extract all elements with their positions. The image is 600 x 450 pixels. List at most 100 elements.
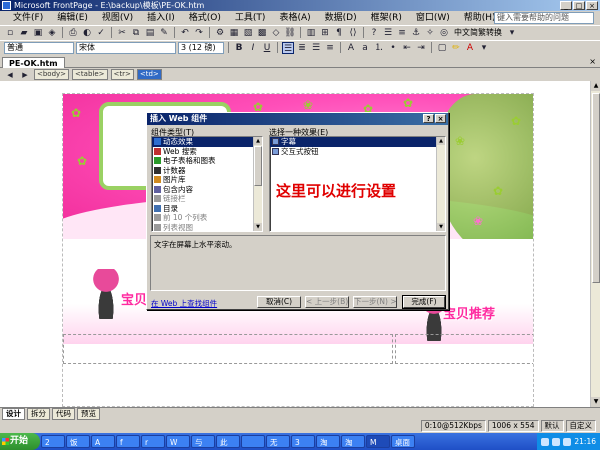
taskbar-button[interactable]: 2 bbox=[41, 435, 65, 448]
taskbar-button[interactable]: f bbox=[116, 435, 140, 448]
tray-volume-icon[interactable] bbox=[552, 437, 561, 446]
table-cell-left[interactable] bbox=[63, 334, 393, 364]
redo-icon[interactable]: ↷ bbox=[193, 27, 205, 39]
chinese-convert-label[interactable]: 中文简繁转换 bbox=[452, 27, 504, 38]
scroll-thumb[interactable] bbox=[592, 93, 600, 283]
tab-split[interactable]: 拆分 bbox=[27, 407, 50, 420]
component-type-list[interactable]: 动态效果 Web 搜索 电子表格和图表 计数器 图片库 包含内容 链接栏 目录前 10 个列表… bbox=[151, 136, 263, 232]
numbered-list-icon[interactable]: ⒈ bbox=[373, 42, 385, 54]
menu-window[interactable]: 窗口(W) bbox=[409, 11, 457, 25]
dialog-help-button[interactable]: ? bbox=[423, 114, 434, 123]
indent-icon[interactable]: ⇥ bbox=[415, 42, 427, 54]
status-default[interactable]: 默认 bbox=[540, 420, 564, 432]
component-type-item[interactable]: Web 搜索 bbox=[152, 147, 262, 157]
component-type-item[interactable]: 前 10 个列表 bbox=[152, 213, 262, 223]
tab-design[interactable]: 设计 bbox=[2, 407, 25, 420]
bullets-icon[interactable]: ☰ bbox=[382, 27, 394, 39]
align-left-icon[interactable]: ☰ bbox=[282, 41, 294, 54]
status-page-size[interactable]: 1006 x 554 bbox=[487, 420, 539, 432]
close-document-icon[interactable]: × bbox=[589, 57, 596, 66]
tag-body[interactable]: <body> bbox=[34, 69, 70, 80]
bookmark-icon[interactable]: ✧ bbox=[424, 27, 436, 39]
outdent-icon[interactable]: ⇤ bbox=[401, 42, 413, 54]
effect-item[interactable]: 交互式按钮 bbox=[270, 147, 445, 157]
align-center-icon[interactable]: ≣ bbox=[296, 42, 308, 54]
scroll-down-icon[interactable]: ▼ bbox=[437, 223, 445, 231]
tray-ime-icon[interactable] bbox=[563, 437, 572, 446]
effect-list-scrollbar[interactable]: ▲ ▼ bbox=[436, 137, 445, 231]
cut-icon[interactable]: ✂ bbox=[116, 27, 128, 39]
drawing-icon[interactable]: ◇ bbox=[270, 27, 282, 39]
minimize-button[interactable]: _ bbox=[560, 1, 572, 10]
decrease-font-icon[interactable]: a bbox=[359, 42, 371, 54]
taskbar-button[interactable]: A bbox=[91, 435, 115, 448]
cancel-button[interactable]: 取消(C) bbox=[257, 296, 301, 308]
taskbar-button[interactable]: 桌面 bbox=[391, 435, 415, 448]
scroll-thumb[interactable] bbox=[254, 146, 262, 186]
code-icon[interactable]: ⟨⟩ bbox=[347, 27, 359, 39]
style-select[interactable]: 普通 bbox=[4, 41, 74, 54]
taskbar-button[interactable]: 饭 bbox=[66, 435, 90, 448]
preview-icon[interactable]: ◐ bbox=[81, 27, 93, 39]
tag-table[interactable]: <table> bbox=[72, 69, 108, 80]
component-type-item[interactable]: 包含内容 bbox=[152, 185, 262, 195]
publish-icon[interactable]: ◈ bbox=[46, 27, 58, 39]
font-select[interactable]: 宋体 bbox=[76, 41, 176, 54]
maximize-button[interactable]: □ bbox=[573, 1, 585, 10]
web-component-icon[interactable]: ⚙ bbox=[214, 27, 226, 39]
italic-button[interactable]: I bbox=[247, 42, 259, 54]
paste-icon[interactable]: ▤ bbox=[144, 27, 156, 39]
scroll-down-icon[interactable]: ▼ bbox=[591, 397, 600, 407]
open-folder-icon[interactable]: ▰ bbox=[18, 27, 30, 39]
size-select[interactable]: 3 (12 磅) bbox=[178, 41, 224, 54]
numbering-icon[interactable]: ≡ bbox=[396, 27, 408, 39]
menu-insert[interactable]: 插入(I) bbox=[140, 11, 182, 25]
border-icon[interactable]: ▢ bbox=[436, 42, 448, 54]
print-icon[interactable]: ⎙ bbox=[67, 27, 79, 39]
document-tab[interactable]: PE-OK.htm bbox=[2, 57, 65, 68]
tab-preview[interactable]: 预览 bbox=[77, 407, 100, 420]
menu-view[interactable]: 视图(V) bbox=[95, 11, 140, 25]
component-type-item[interactable]: 计数器 bbox=[152, 166, 262, 176]
find-components-link[interactable]: 在 Web 上查找组件 bbox=[151, 298, 217, 309]
font-color-icon[interactable]: A bbox=[464, 42, 476, 54]
anchor-icon[interactable]: ⚓ bbox=[410, 27, 422, 39]
spelling-icon[interactable]: ✓ bbox=[95, 27, 107, 39]
scroll-up-icon[interactable]: ▲ bbox=[591, 81, 600, 91]
menu-tools[interactable]: 工具(T) bbox=[228, 11, 273, 25]
effect-item[interactable]: 字幕 bbox=[270, 137, 445, 147]
taskbar-button[interactable]: M bbox=[366, 435, 390, 448]
menu-frames[interactable]: 框架(R) bbox=[364, 11, 409, 25]
tag-tr[interactable]: <tr> bbox=[110, 69, 134, 80]
taskbar-button[interactable]: W bbox=[166, 435, 190, 448]
insert-table-icon[interactable]: ▦ bbox=[228, 27, 240, 39]
tag-back-icon[interactable]: ◀ bbox=[4, 69, 16, 81]
chinese-convert-icon[interactable]: ◎ bbox=[438, 27, 450, 39]
taskbar-button[interactable]: 此 bbox=[216, 435, 240, 448]
close-button[interactable]: × bbox=[586, 1, 598, 10]
type-list-scrollbar[interactable]: ▲ ▼ bbox=[253, 137, 262, 231]
tray-network-icon[interactable] bbox=[541, 437, 550, 446]
highlight-icon[interactable]: ✏ bbox=[450, 42, 462, 54]
toolbar-options-icon[interactable]: ▾ bbox=[506, 27, 518, 39]
align-right-icon[interactable]: ☰ bbox=[310, 42, 322, 54]
hyperlink-icon[interactable]: ⛓ bbox=[284, 27, 296, 39]
tag-td[interactable]: <td> bbox=[136, 69, 162, 80]
menu-table[interactable]: 表格(A) bbox=[272, 11, 317, 25]
status-custom[interactable]: 自定义 bbox=[565, 420, 596, 432]
start-button[interactable]: 开始 bbox=[0, 433, 40, 450]
help-icon[interactable]: ? bbox=[368, 27, 380, 39]
back-button[interactable]: < 上一步(B) bbox=[305, 296, 349, 308]
taskbar-button[interactable]: 3 bbox=[291, 435, 315, 448]
component-type-item[interactable]: 电子表格和图表 bbox=[152, 156, 262, 166]
undo-icon[interactable]: ↶ bbox=[179, 27, 191, 39]
menu-file[interactable]: 文件(F) bbox=[6, 11, 50, 25]
insert-layer-icon[interactable]: ▧ bbox=[242, 27, 254, 39]
bullet-list-icon[interactable]: • bbox=[387, 42, 399, 54]
taskbar-button[interactable]: 淘 bbox=[341, 435, 365, 448]
component-type-item[interactable]: 链接栏 bbox=[152, 194, 262, 204]
taskbar-button[interactable] bbox=[241, 435, 265, 448]
dialog-close-button[interactable]: × bbox=[435, 114, 446, 123]
component-type-item[interactable]: 目录 bbox=[152, 204, 262, 214]
scroll-down-icon[interactable]: ▼ bbox=[254, 223, 262, 231]
